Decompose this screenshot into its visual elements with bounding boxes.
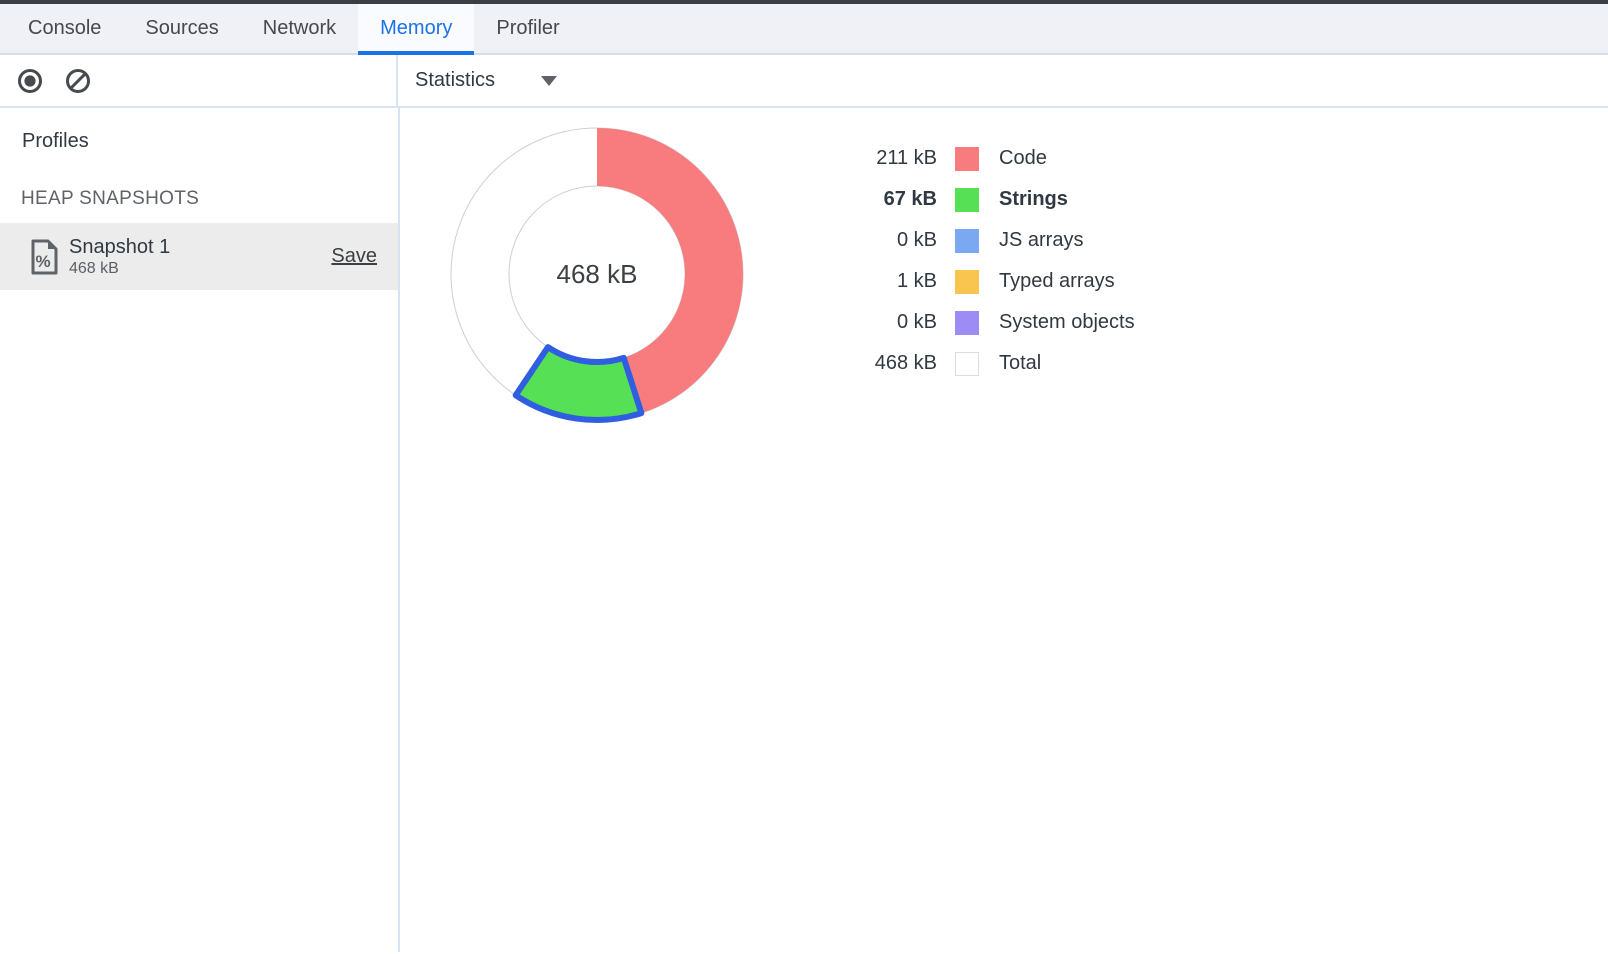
svg-text:%: % [35, 252, 50, 271]
profiles-toolbar [0, 55, 398, 106]
legend-label: Typed arrays [999, 270, 1115, 293]
perspective-select-label: Statistics [415, 69, 495, 92]
slice-strings[interactable] [516, 347, 642, 420]
js-arrays-swatch-icon [955, 229, 979, 253]
total-swatch-icon [955, 352, 979, 376]
legend-value: 211 kB [782, 147, 937, 170]
clear-icon [65, 68, 91, 94]
clear-profiles-button[interactable] [65, 68, 91, 94]
legend-value: 0 kB [782, 229, 937, 252]
heap-snapshots-heading: HEAP SNAPSHOTS [21, 188, 199, 210]
legend-label: System objects [999, 311, 1135, 334]
legend-row-system-objects: 0 kB System objects [782, 302, 1135, 343]
legend-value: 0 kB [782, 311, 937, 334]
legend-row-strings: 67 kB Strings [782, 179, 1135, 220]
heap-snapshot-file-icon: % [30, 239, 58, 275]
profiles-heading: Profiles [22, 130, 89, 153]
tab-console[interactable]: Console [6, 4, 123, 53]
record-button[interactable] [17, 68, 43, 94]
heap-donut-chart[interactable]: 468 kB [447, 124, 747, 424]
legend-row-total: 468 kB Total [782, 343, 1135, 384]
tab-network[interactable]: Network [241, 4, 358, 53]
donut-svg[interactable] [447, 124, 747, 424]
memory-toolbar: Statistics [0, 55, 1608, 108]
legend-row-code: 211 kB Code [782, 138, 1135, 179]
legend-label: Code [999, 147, 1047, 170]
record-icon [17, 68, 43, 94]
view-toolbar: Statistics [398, 55, 1608, 106]
devtools-tabbar: Console Sources Network Memory Profiler [0, 4, 1608, 55]
statistics-view: 468 kB 211 kB Code 67 kB Strings 0 kB JS… [402, 108, 1608, 952]
legend-row-typed-arrays: 1 kB Typed arrays [782, 261, 1135, 302]
snapshot-size: 468 kB [69, 259, 170, 278]
tab-profiler[interactable]: Profiler [474, 4, 581, 53]
perspective-select[interactable]: Statistics [415, 69, 557, 92]
legend-label: Strings [999, 188, 1068, 211]
code-swatch-icon [955, 147, 979, 171]
strings-swatch-icon [955, 188, 979, 212]
dropdown-arrow-icon [541, 76, 557, 86]
legend-label: Total [999, 352, 1041, 375]
snapshot-text: Snapshot 1 468 kB [69, 235, 170, 278]
typed-arrays-swatch-icon [955, 270, 979, 294]
legend-row-js-arrays: 0 kB JS arrays [782, 220, 1135, 261]
profiles-sidebar: Profiles HEAP SNAPSHOTS % Snapshot 1 468… [0, 108, 400, 952]
tab-memory[interactable]: Memory [358, 4, 474, 53]
legend-label: JS arrays [999, 229, 1083, 252]
save-snapshot-link[interactable]: Save [331, 245, 377, 268]
system-objects-swatch-icon [955, 311, 979, 335]
memory-panel-content: Profiles HEAP SNAPSHOTS % Snapshot 1 468… [0, 108, 1608, 952]
legend-value: 468 kB [782, 352, 937, 375]
snapshot-list-item[interactable]: % Snapshot 1 468 kB Save [0, 223, 398, 290]
snapshot-name: Snapshot 1 [69, 235, 170, 259]
tab-sources[interactable]: Sources [123, 4, 240, 53]
legend-value: 1 kB [782, 270, 937, 293]
legend-value: 67 kB [782, 188, 937, 211]
chart-legend: 211 kB Code 67 kB Strings 0 kB JS arrays… [782, 138, 1135, 384]
